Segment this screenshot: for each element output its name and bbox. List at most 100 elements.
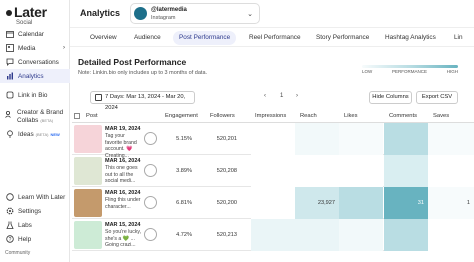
- col-followers[interactable]: Followers: [210, 109, 235, 123]
- tab-post-performance[interactable]: Post Performance: [173, 31, 237, 45]
- sidebar-bottom: Learn With Later Settings Labs ? Help: [0, 190, 70, 246]
- next-page-icon[interactable]: ›: [296, 93, 298, 99]
- cell-comments: [384, 219, 428, 251]
- cell-reach: [295, 219, 339, 251]
- hide-columns-button[interactable]: Hide Columns: [369, 91, 412, 104]
- col-likes[interactable]: Likes: [344, 109, 358, 123]
- svg-text:?: ?: [8, 237, 11, 243]
- cell-engagement: 3.89%: [176, 168, 192, 174]
- post-caption: This one goes out to all the social medi…: [105, 165, 138, 184]
- sidebar-item-label: Conversations: [18, 58, 59, 66]
- post-thumbnail[interactable]: [74, 157, 102, 185]
- sidebar-item-settings[interactable]: Settings: [0, 204, 70, 218]
- sidebar: Later Social Calendar Media › Conversati…: [0, 0, 70, 262]
- post-date: MAR 16, 2024: [105, 158, 141, 164]
- sidebar-item-label: Link in Bio: [18, 91, 48, 99]
- profile-name: @latermedia: [151, 7, 187, 13]
- table-row[interactable]: MAR 16, 2024 Fling this under character.…: [72, 187, 474, 219]
- tab-linkinbio[interactable]: Lin: [448, 31, 469, 45]
- cell-saves: 1: [428, 187, 474, 219]
- new-badge: NEW: [50, 131, 60, 137]
- sidebar-item-collabs[interactable]: Creator & Brand Collabs (BETA): [0, 107, 70, 127]
- tab-hashtag-analytics[interactable]: Hashtag Analytics: [379, 31, 442, 45]
- cell-reach: [295, 123, 339, 155]
- page-title: Analytics: [80, 8, 121, 18]
- select-all-checkbox[interactable]: [74, 109, 83, 123]
- sidebar-item-link-in-bio[interactable]: Link in Bio: [0, 88, 70, 102]
- col-impressions[interactable]: Impressions: [255, 109, 286, 123]
- media-icon: [5, 44, 14, 53]
- tab-bar: Overview Audience Post Performance Reel …: [70, 29, 474, 47]
- col-reach[interactable]: Reach: [300, 109, 317, 123]
- cell-saves: [428, 123, 474, 155]
- table-row[interactable]: MAR 16, 2024 This one goes out to all th…: [72, 155, 474, 187]
- post-type-icon: [144, 132, 157, 145]
- cell-followers: 520,201: [216, 136, 237, 142]
- cell-engagement: 4.72%: [176, 232, 192, 238]
- post-caption: So you're lucky, she's a 💚 ... Going cra…: [105, 229, 142, 248]
- sidebar-item-help[interactable]: ? Help: [0, 232, 70, 246]
- tab-overview[interactable]: Overview: [84, 31, 123, 45]
- tab-story-performance[interactable]: Story Performance: [310, 31, 375, 45]
- col-comments[interactable]: Comments: [389, 109, 417, 123]
- cell-likes: [339, 155, 383, 187]
- cell-impressions: [251, 155, 295, 187]
- post-thumbnail[interactable]: [74, 189, 102, 217]
- profile-selector[interactable]: @latermedia Instagram ⌄: [130, 3, 260, 24]
- post-caption: Fling this under character...: [105, 197, 141, 210]
- tab-audience[interactable]: Audience: [128, 31, 167, 45]
- avatar: [134, 7, 147, 20]
- section-title: Detailed Post Performance: [78, 57, 187, 67]
- cell-saves: [428, 219, 474, 251]
- post-date: MAR 19, 2024: [105, 126, 141, 132]
- col-engagement[interactable]: Engagement: [165, 109, 198, 123]
- cell-engagement: 5.15%: [176, 136, 192, 142]
- analytics-icon: [5, 72, 14, 81]
- performance-legend: LOW PERFORMANCE HIGH: [362, 65, 458, 74]
- community-label[interactable]: Community: [5, 250, 30, 256]
- legend-mid: PERFORMANCE: [392, 69, 428, 74]
- col-post[interactable]: Post: [86, 109, 98, 123]
- sidebar-item-label: Labs: [18, 221, 32, 229]
- cell-saves: [428, 155, 474, 187]
- gear-icon: [5, 207, 14, 216]
- post-table: Post Engagement Followers Impressions Re…: [72, 109, 474, 262]
- beta-badge: (BETA): [35, 131, 49, 137]
- date-range-button[interactable]: 7 Days: Mar 13, 2024 - Mar 20, 2024: [90, 91, 195, 111]
- sidebar-item-ideas[interactable]: Ideas (BETA) NEW: [0, 127, 70, 141]
- later-logo[interactable]: Later Social: [6, 4, 47, 26]
- sidebar-item-analytics[interactable]: Analytics: [0, 69, 70, 83]
- sidebar-item-label: Media: [18, 44, 36, 52]
- post-thumbnail[interactable]: [74, 221, 102, 249]
- help-icon: ?: [5, 235, 14, 244]
- sidebar-item-label: Calendar: [18, 30, 44, 38]
- post-thumbnail[interactable]: [74, 125, 102, 153]
- sidebar-item-calendar[interactable]: Calendar: [0, 27, 70, 41]
- cell-comments: [384, 155, 428, 187]
- cell-impressions: [251, 219, 295, 251]
- chevron-down-icon: ⌄: [247, 11, 253, 18]
- export-csv-button[interactable]: Export CSV: [416, 91, 458, 104]
- table-row[interactable]: MAR 15, 2024 So you're lucky, she's a 💚 …: [72, 219, 474, 251]
- page-number: 1: [280, 93, 284, 99]
- sidebar-item-conversations[interactable]: Conversations: [0, 55, 70, 69]
- sidebar-item-label: Ideas: [18, 130, 34, 138]
- cell-followers: 520,208: [216, 168, 237, 174]
- sidebar-item-media[interactable]: Media ›: [0, 41, 70, 55]
- bulb-icon: [5, 130, 14, 139]
- prev-page-icon[interactable]: ‹: [264, 93, 266, 99]
- post-type-icon: [144, 196, 157, 209]
- legend-gradient: [362, 65, 458, 68]
- table-row[interactable]: MAR 19, 2024 Tag your favorite brand acc…: [72, 123, 474, 159]
- calendar-icon: [95, 94, 102, 101]
- legend-low: LOW: [362, 69, 373, 74]
- tab-reel-performance[interactable]: Reel Performance: [243, 31, 307, 45]
- post-type-icon: [144, 164, 157, 177]
- post-date: MAR 16, 2024: [105, 190, 141, 196]
- sidebar-item-labs[interactable]: Labs: [0, 218, 70, 232]
- sidebar-item-learn[interactable]: Learn With Later: [0, 190, 70, 204]
- col-saves[interactable]: Saves: [433, 109, 449, 123]
- profile-network: Instagram: [151, 15, 176, 21]
- learn-icon: [5, 193, 14, 202]
- cell-comments: 31: [384, 187, 428, 219]
